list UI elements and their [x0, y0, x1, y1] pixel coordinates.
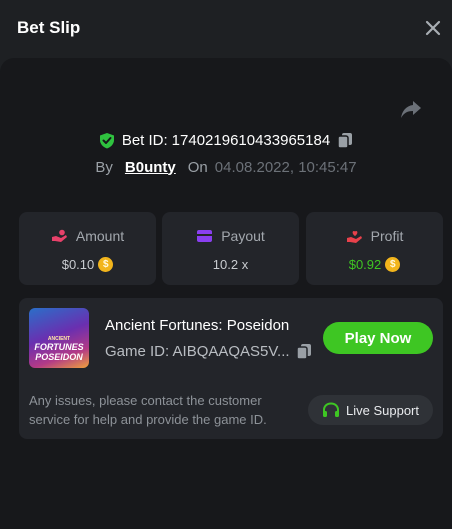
copy-icon[interactable] [337, 132, 353, 149]
page-title: Bet Slip [17, 18, 81, 37]
payout-card: Payout 10.2 x [162, 212, 299, 285]
payout-value-row: 10.2 x [162, 257, 299, 272]
thumb-title-2: POSEIDON [35, 352, 83, 362]
profit-card: Profit $0.92 $ [306, 212, 443, 285]
profit-label: Profit [370, 228, 404, 244]
thumb-title-1: FORTUNES [34, 342, 84, 352]
payout-value: 10.2 x [212, 257, 249, 272]
bet-id-row: Bet ID: 1740219610433965184 [0, 129, 452, 151]
play-now-button[interactable]: Play Now [323, 322, 433, 354]
live-support-label: Live Support [346, 402, 419, 418]
issue-text: Any issues, please contact the customer … [29, 393, 267, 427]
profit-value-row: $0.92 $ [306, 257, 443, 272]
wallet-card-icon [197, 230, 213, 242]
shield-check-icon [99, 132, 114, 148]
headset-icon [323, 401, 339, 417]
amount-label: Amount [75, 228, 125, 244]
close-icon[interactable] [424, 19, 442, 37]
profit-head: Profit [306, 228, 443, 244]
game-thumbnail[interactable]: ANCIENT FORTUNES POSEIDON [29, 308, 89, 368]
amount-head: Amount [19, 228, 156, 244]
coin-icon: $ [98, 257, 114, 272]
profit-value: $0.92 [348, 257, 382, 272]
bet-id-label: Bet ID: [121, 131, 168, 149]
by-label: By [95, 158, 113, 176]
copy-icon[interactable] [296, 343, 312, 360]
game-id: Game ID: AIBQAAQAS5V... [105, 343, 290, 360]
bet-id-value: 1740219610433965184 [171, 131, 331, 149]
amount-value-row: $0.10 $ [19, 257, 156, 272]
on-label: On [187, 158, 208, 176]
game-title: Ancient Fortunes: Poseidon [105, 317, 290, 334]
hand-heart-icon [346, 230, 362, 243]
amount-value: $0.10 [61, 257, 95, 272]
header: Bet Slip [0, 0, 452, 58]
amount-card: Amount $0.10 $ [19, 212, 156, 285]
bet-date: 04.08.2022, 10:45:47 [214, 158, 357, 176]
share-icon[interactable] [399, 98, 423, 120]
bet-meta-row: By B0unty On 04.08.2022, 10:45:47 [0, 156, 452, 178]
game-card: ANCIENT FORTUNES POSEIDON Ancient Fortun… [19, 298, 443, 439]
user-link[interactable]: B0unty [125, 159, 176, 176]
payout-head: Payout [162, 228, 299, 244]
hand-coins-icon [51, 229, 67, 242]
coin-icon: $ [385, 257, 401, 272]
live-support-button[interactable]: Live Support [308, 395, 433, 425]
payout-label: Payout [221, 228, 265, 244]
